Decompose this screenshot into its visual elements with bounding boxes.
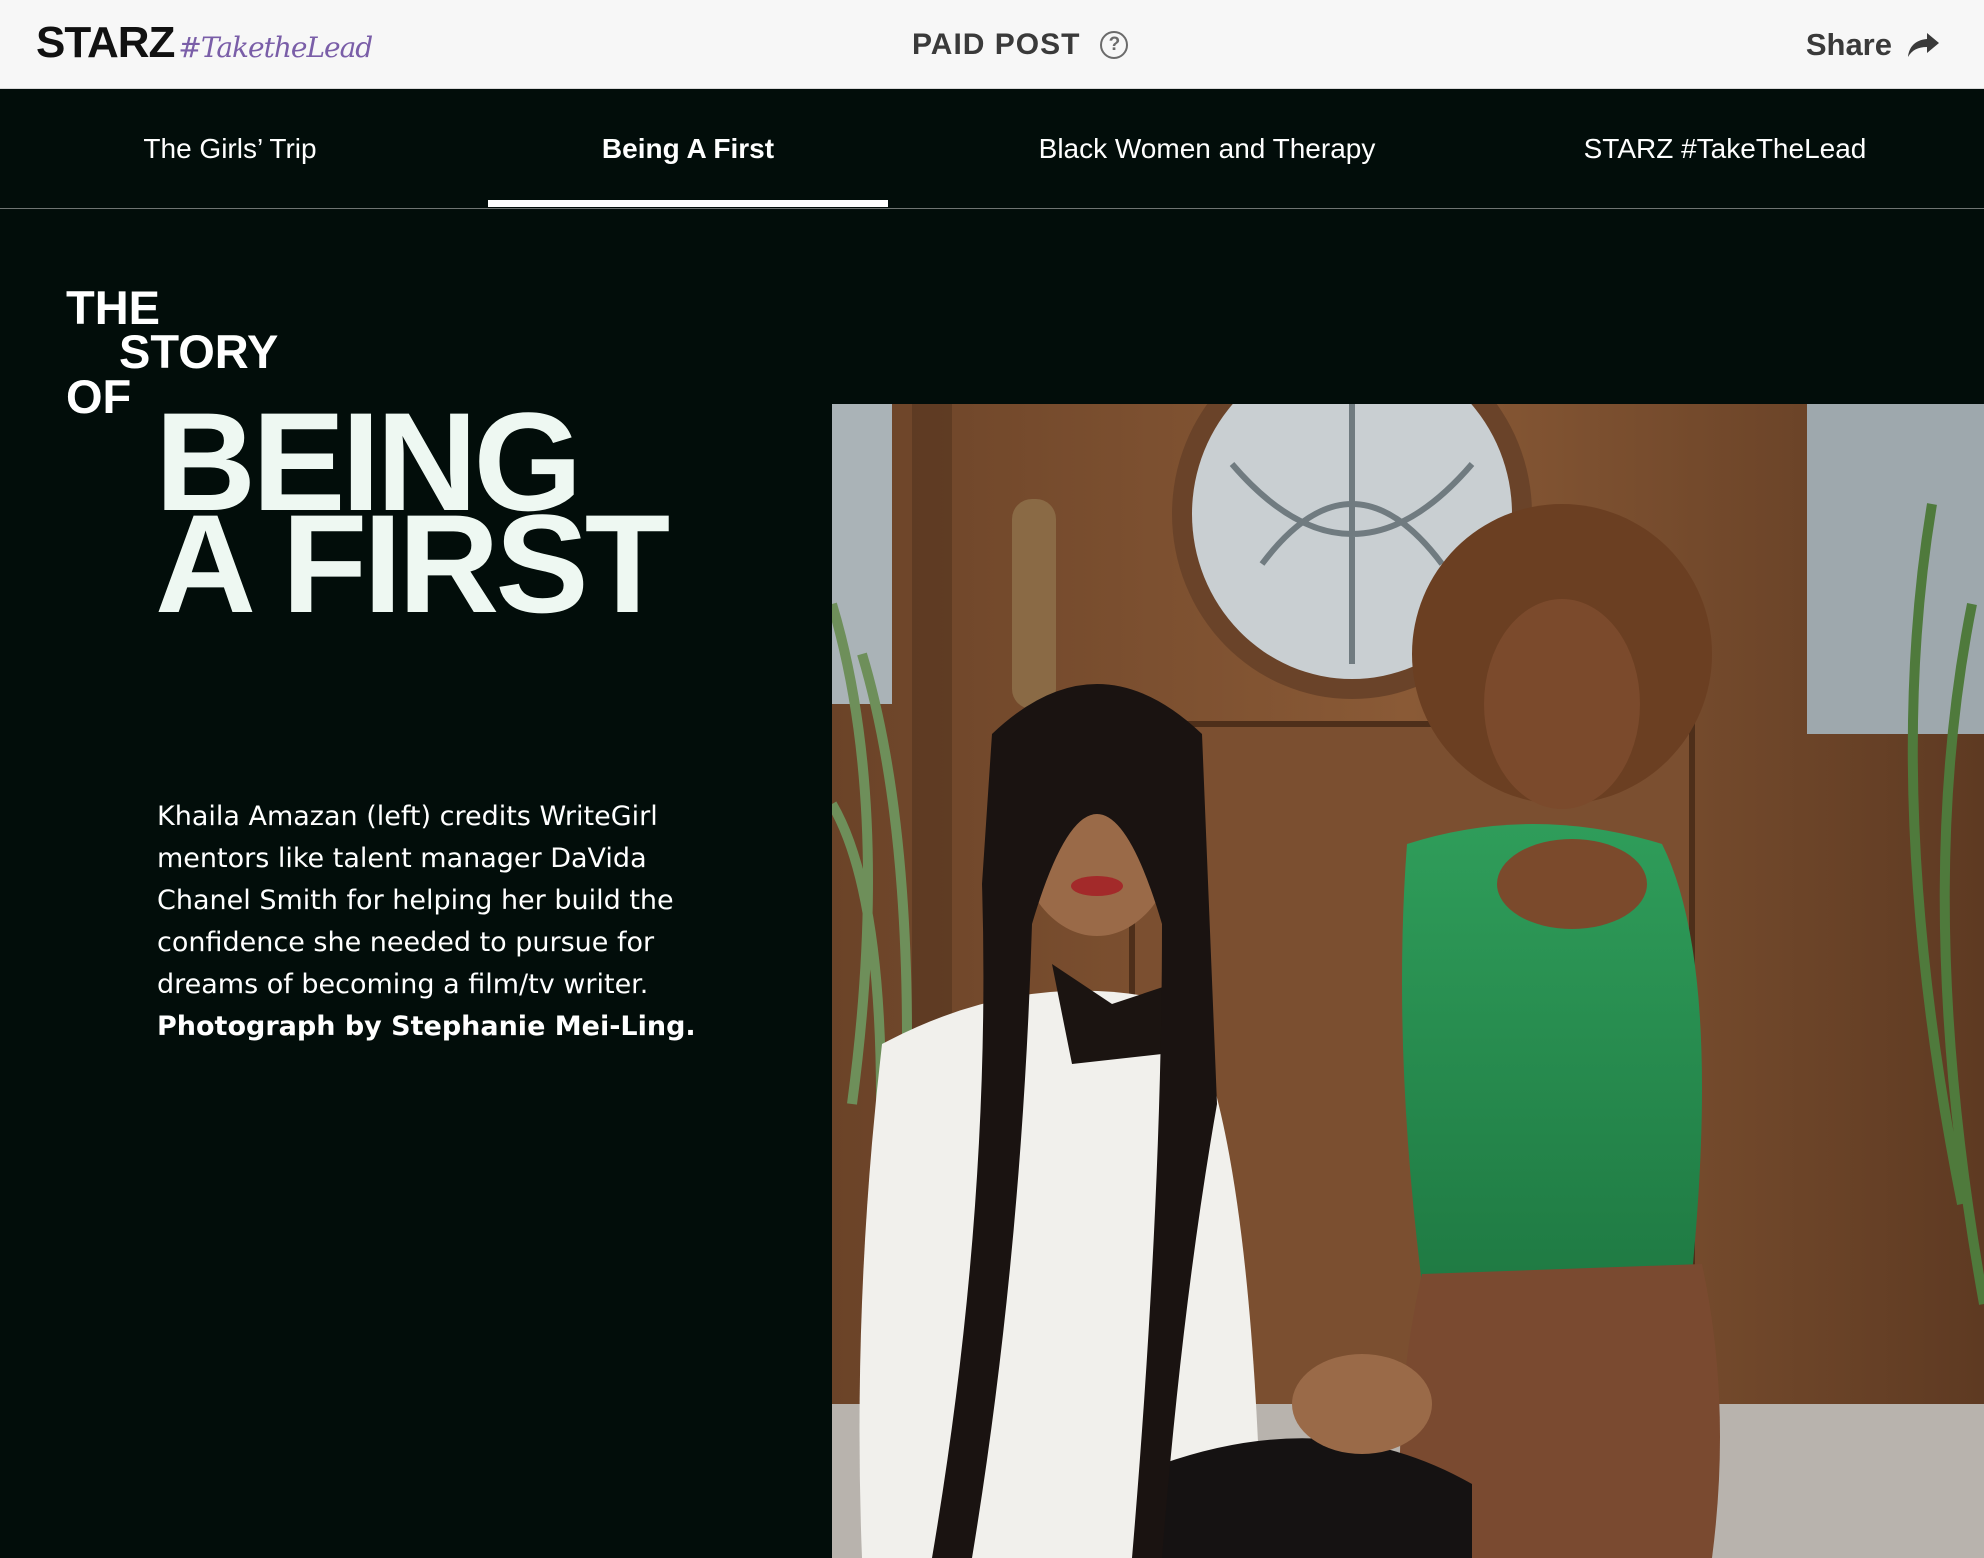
photo-credit: Photograph by Stephanie Mei-Ling. — [157, 1011, 696, 1042]
feature-photo — [832, 404, 1984, 1558]
headline-of: OF — [66, 370, 132, 423]
share-arrow-icon — [1908, 33, 1939, 57]
share-button[interactable]: Share — [1806, 24, 1942, 66]
paid-post-label: PAID POST — [912, 28, 1081, 61]
paid-post-indicator: PAID POST ? — [912, 24, 1129, 66]
headline-story: STORY — [119, 325, 279, 378]
question-circle-icon[interactable]: ? — [1100, 31, 1129, 59]
feature-photo-illustration — [832, 404, 1984, 1558]
tab-black-women-and-therapy[interactable]: Black Women and Therapy — [1000, 89, 1414, 208]
tab-being-a-first[interactable]: Being A First — [488, 89, 888, 208]
tab-the-girls-trip[interactable]: The Girls’ Trip — [60, 89, 400, 208]
headline-the: THE — [66, 281, 160, 334]
caption-text: Khaila Amazan (left) credits WriteGirl m… — [157, 801, 674, 1000]
top-bar: STARZ #TaketheLead PAID POST ? Share — [0, 0, 1984, 89]
logo-brand: STARZ — [36, 18, 175, 67]
logo-tagline: #TaketheLead — [178, 31, 373, 64]
share-label: Share — [1805, 27, 1892, 62]
headline-a-first: A FIRST — [155, 485, 670, 642]
tab-starz-takethelead[interactable]: STARZ #TakeTheLead — [1540, 89, 1910, 208]
photo-caption: Khaila Amazan (left) credits WriteGirl m… — [157, 796, 717, 1048]
starz-logo[interactable]: STARZ #TaketheLead — [36, 18, 373, 68]
section-nav: The Girls’ Trip Being A First Black Wome… — [0, 89, 1984, 209]
active-tab-indicator — [488, 200, 888, 207]
